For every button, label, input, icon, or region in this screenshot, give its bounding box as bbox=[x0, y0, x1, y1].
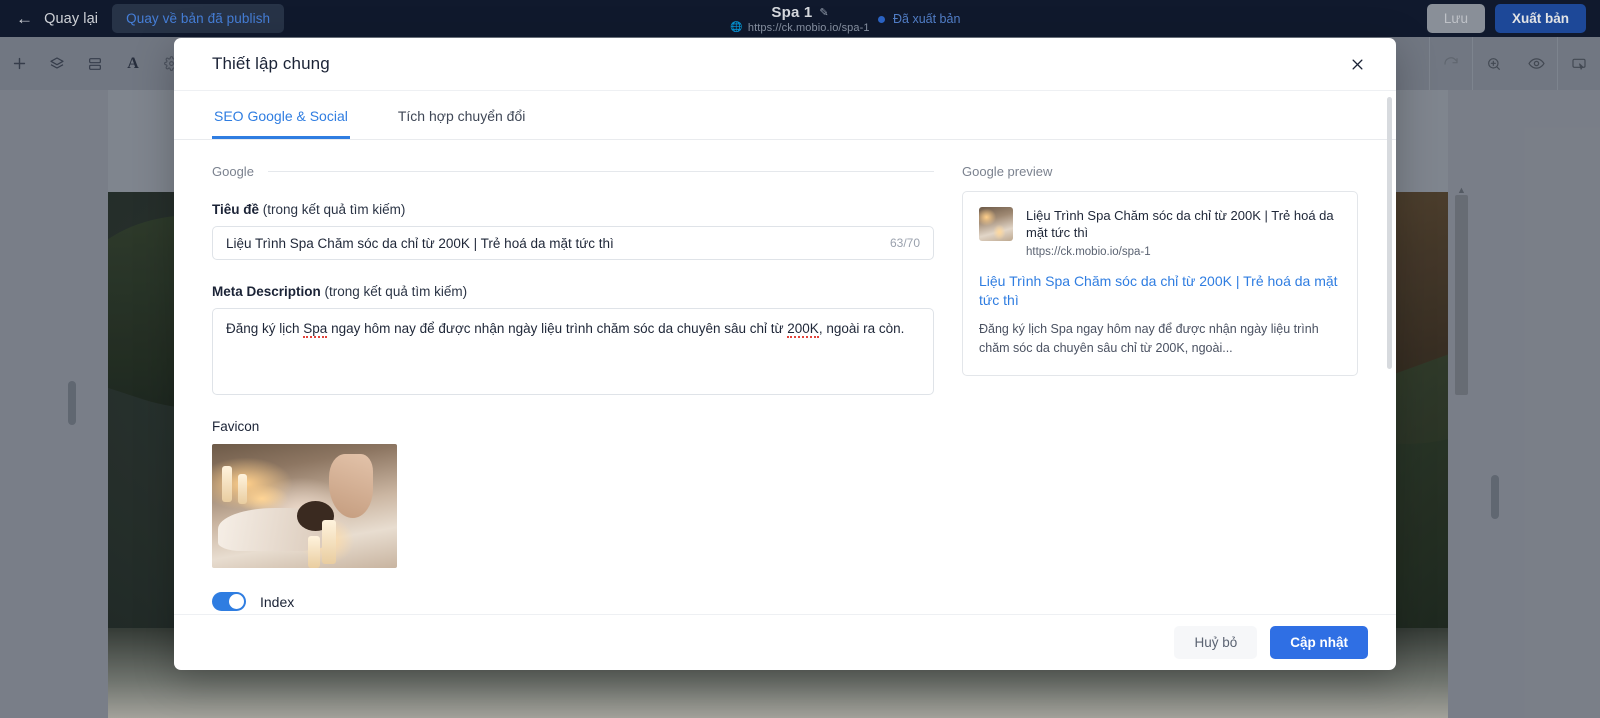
favicon-decor-candle bbox=[308, 536, 320, 568]
title-input[interactable]: Liệu Trình Spa Chăm sóc da chỉ từ 200K |… bbox=[212, 226, 934, 260]
modal-title: Thiết lập chung bbox=[212, 54, 330, 73]
favicon-decor-candle bbox=[322, 520, 336, 564]
settings-form-column: Google Tiêu đề (trong kết quả tìm kiếm) … bbox=[212, 164, 934, 611]
meta-misspelled-200k: 200K bbox=[787, 321, 819, 338]
favicon-image[interactable] bbox=[212, 444, 397, 568]
favicon-label: Favicon bbox=[212, 419, 260, 434]
title-field-label-hint: (trong kết quả tìm kiếm) bbox=[259, 202, 406, 217]
section-header-google: Google bbox=[212, 164, 934, 179]
google-preview-header: Liệu Trình Spa Chăm sóc da chỉ từ 200K |… bbox=[979, 207, 1341, 258]
meta-part-3: , ngoài ra còn. bbox=[818, 321, 905, 336]
title-field-label: Tiêu đề (trong kết quả tìm kiếm) bbox=[212, 202, 934, 217]
google-preview-label: Google preview bbox=[962, 164, 1053, 179]
general-settings-modal: Thiết lập chung SEO Google & Social Tích… bbox=[174, 38, 1396, 670]
modal-content: Google Tiêu đề (trong kết quả tìm kiếm) … bbox=[174, 140, 1396, 611]
meta-description-label-hint: (trong kết quả tìm kiếm) bbox=[320, 284, 468, 299]
index-toggle-label: Index bbox=[260, 593, 295, 610]
modal-tabs: SEO Google & Social Tích hợp chuyển đổi bbox=[174, 91, 1396, 140]
google-preview-site-title: Liệu Trình Spa Chăm sóc da chỉ từ 200K |… bbox=[1026, 208, 1334, 241]
meta-part-2: ngay hôm nay để được nhận ngày liệu trìn… bbox=[327, 321, 788, 336]
title-char-counter: 63/70 bbox=[889, 236, 920, 250]
google-preview-thumbnail bbox=[979, 207, 1013, 241]
index-toggle-row: Index bbox=[212, 592, 934, 611]
google-preview-url: https://ck.mobio.io/spa-1 bbox=[1026, 245, 1151, 258]
google-preview-card: Liệu Trình Spa Chăm sóc da chỉ từ 200K |… bbox=[962, 191, 1358, 377]
meta-description-value: Đăng ký lịch Spa ngay hôm nay để được nh… bbox=[226, 319, 920, 339]
google-preview-column: Google preview Liệu Trình Spa Chăm sóc d… bbox=[962, 164, 1358, 611]
tab-conversion-integration[interactable]: Tích hợp chuyển đổi bbox=[396, 91, 527, 139]
index-toggle[interactable] bbox=[212, 592, 246, 611]
favicon-decor-arm bbox=[328, 453, 373, 519]
close-icon[interactable] bbox=[1344, 51, 1370, 77]
update-button[interactable]: Cập nhật bbox=[1270, 626, 1368, 659]
meta-description-textarea[interactable]: Đăng ký lịch Spa ngay hôm nay để được nh… bbox=[212, 308, 934, 395]
modal-header: Thiết lập chung bbox=[174, 38, 1396, 91]
title-field-label-main: Tiêu đề bbox=[212, 202, 260, 217]
section-header-label: Google bbox=[212, 164, 254, 179]
editor-app: ▲ A ← Quay lại Quay về bản đã publish Sp… bbox=[0, 0, 1600, 718]
title-input-value: Liệu Trình Spa Chăm sóc da chỉ từ 200K |… bbox=[226, 235, 614, 251]
modal-scrollbar-thumb[interactable] bbox=[1387, 97, 1392, 369]
meta-description-label: Meta Description (trong kết quả tìm kiếm… bbox=[212, 284, 934, 299]
favicon-decor-candle bbox=[238, 474, 247, 504]
section-header-divider bbox=[267, 171, 934, 172]
modal-footer: Huỷ bỏ Cập nhật bbox=[174, 614, 1396, 670]
index-toggle-knob bbox=[229, 594, 244, 609]
cancel-button[interactable]: Huỷ bỏ bbox=[1174, 626, 1258, 659]
google-preview-link-title[interactable]: Liệu Trình Spa Chăm sóc da chỉ từ 200K |… bbox=[979, 272, 1341, 310]
tab-seo-google-social[interactable]: SEO Google & Social bbox=[212, 91, 350, 139]
favicon-decor-candle bbox=[222, 466, 232, 502]
modal-body: SEO Google & Social Tích hợp chuyển đổi … bbox=[174, 91, 1396, 614]
meta-misspelled-spa: Spa bbox=[303, 321, 328, 338]
meta-description-label-main: Meta Description bbox=[212, 284, 321, 299]
meta-part-1: Đăng ký lịch bbox=[226, 321, 304, 336]
google-preview-description: Đăng ký lịch Spa ngay hôm nay để được nh… bbox=[979, 321, 1319, 355]
